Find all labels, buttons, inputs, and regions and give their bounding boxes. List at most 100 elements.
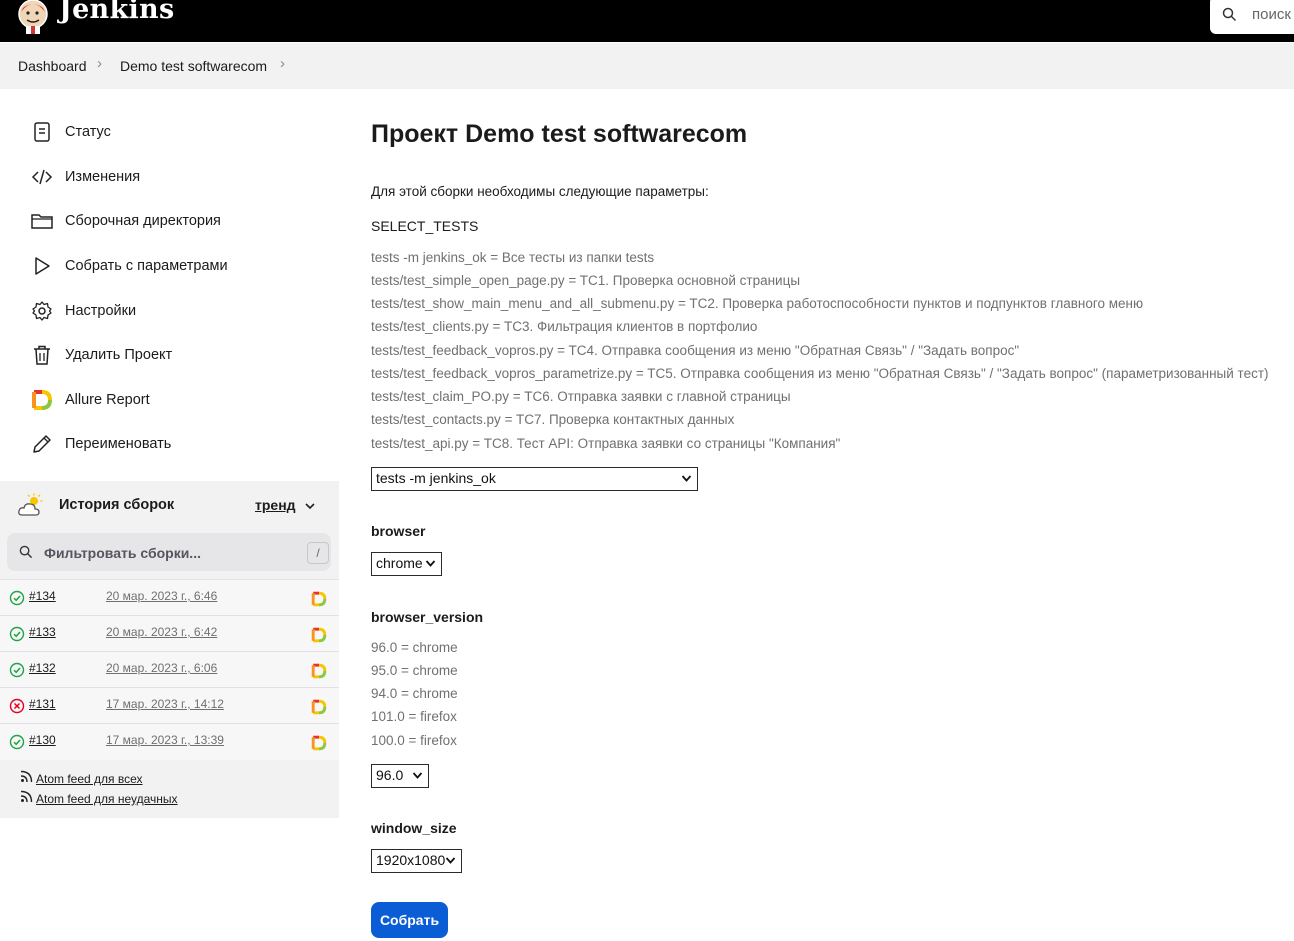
chevron-right-icon: › [97,55,102,72]
chevron-down-icon [425,560,436,567]
sidebar-item-label: Статус [65,124,111,140]
allure-icon[interactable] [311,663,327,679]
param-description-line: tests/test_simple_open_page.py = TC1. Пр… [371,273,801,288]
table-row: #131 17 мар. 2023 г., 14:12 [0,687,339,724]
code-icon [31,169,53,185]
chevron-down-icon [445,857,456,864]
build-number-link[interactable]: #130 [29,733,56,747]
sidebar-item-label: Переименовать [65,436,172,452]
sidebar-item-label: Allure Report [65,392,150,408]
param-description-line: tests/test_show_main_menu_and_all_submen… [371,296,1144,311]
trash-icon [34,345,50,365]
browser-value: chrome [376,555,423,571]
build-date-link[interactable]: 17 мар. 2023 г., 14:12 [106,697,224,711]
param-description-line: tests/test_clients.py = TC3. Фильтрация … [371,319,758,334]
allure-icon[interactable] [311,591,327,607]
filter-placeholder: Фильтровать сборки... [44,545,201,561]
param-description-line: tests -m jenkins_ok = Все тесты из папки… [371,250,655,265]
param-description-line: 96.0 = chrome [371,640,458,655]
success-check-icon [9,734,25,750]
failure-cross-icon [9,698,25,714]
param-name-window-size: window_size [371,820,457,836]
build-button[interactable]: Собрать [371,902,448,938]
build-date-link[interactable]: 20 мар. 2023 г., 6:46 [106,589,217,603]
param-description-line: tests/test_contacts.py = TC7. Проверка к… [371,412,735,427]
select-tests-dropdown[interactable]: tests -m jenkins_ok [371,467,698,491]
param-name-select-tests: SELECT_TESTS [371,218,479,234]
build-number-link[interactable]: #134 [29,589,56,603]
table-row: #133 20 мар. 2023 г., 6:42 [0,615,339,652]
search-placeholder: поиск [1252,6,1291,23]
sidebar-item-rename[interactable]: Переименовать [31,433,331,459]
breadcrumb: Dashboard › Demo test softwarecom › [0,43,1294,89]
param-name-browser-version: browser_version [371,609,484,625]
atom-feed-failed: Atom feed для неудачных [20,790,178,806]
window-size-value: 1920x1080 [376,852,446,868]
pencil-icon [33,435,51,453]
table-row: #130 17 мар. 2023 г., 13:39 [0,723,339,760]
allure-icon[interactable] [311,699,327,715]
success-check-icon [9,590,25,606]
allure-icon[interactable] [311,627,327,643]
jenkins-logo-icon[interactable] [17,0,49,34]
window-size-dropdown[interactable]: 1920x1080 [371,849,462,873]
success-check-icon [9,626,25,642]
sidebar-item-label: Удалить Проект [65,347,173,363]
browser-version-value: 96.0 [376,767,404,783]
sidebar-item-workspace[interactable]: Сборочная директория [31,210,331,236]
build-number-link[interactable]: #132 [29,661,56,675]
param-description-line: 101.0 = firefox [371,709,457,724]
search-icon [1222,7,1237,22]
chevron-down-icon [412,772,423,779]
filter-builds-input[interactable]: Фильтровать сборки... / [7,533,331,571]
build-history-panel: История сборок тренд Фильтровать сборки.… [0,481,339,818]
sidebar-item-changes[interactable]: Изменения [31,166,331,192]
param-description-line: tests/test_api.py = TC8. Тест API: Отпра… [371,436,841,451]
select-tests-value: tests -m jenkins_ok [376,470,496,486]
allure-icon[interactable] [311,735,327,751]
sidebar-item-delete-project[interactable]: Удалить Проект [31,344,331,370]
top-header: Jenkins поиск [0,0,1294,42]
breadcrumb-dashboard[interactable]: Dashboard [18,58,87,74]
rss-icon [20,770,33,783]
build-date-link[interactable]: 20 мар. 2023 г., 6:06 [106,661,217,675]
sidebar-item-label: Изменения [65,169,141,185]
table-row: #134 20 мар. 2023 г., 6:46 [0,579,339,616]
search-input[interactable]: поиск [1210,0,1294,34]
chevron-down-icon[interactable] [304,500,316,512]
brand-name[interactable]: Jenkins [59,0,174,25]
trend-link[interactable]: тренд [255,497,296,513]
param-description-line: 94.0 = chrome [371,686,458,701]
atom-feed-all-link[interactable]: Atom feed для всех [36,772,143,786]
param-description-line: tests/test_feedback_vopros.py = TC4. Отп… [371,343,1020,358]
sidebar-item-build-with-parameters[interactable]: Собрать с параметрами [31,255,331,281]
sidebar-item-status[interactable]: Статус [31,121,331,147]
param-name-browser: browser [371,523,426,539]
build-history-title: История сборок [59,497,175,513]
atom-feed-all: Atom feed для всех [20,770,143,786]
gear-icon [32,301,52,321]
build-number-link[interactable]: #131 [29,697,56,711]
sidebar-item-label: Собрать с параметрами [65,258,228,274]
param-description-line: tests/test_feedback_vopros_parametrize.p… [371,366,1269,381]
sidebar-item-label: Настройки [65,303,137,319]
param-description-line: 100.0 = firefox [371,733,457,748]
table-row: #132 20 мар. 2023 г., 6:06 [0,651,339,688]
sidebar-item-settings[interactable]: Настройки [31,300,331,326]
param-description-line: 95.0 = chrome [371,663,458,678]
build-date-link[interactable]: 17 мар. 2023 г., 13:39 [106,733,224,747]
allure-icon [32,390,52,410]
browser-version-dropdown[interactable]: 96.0 [371,764,429,788]
breadcrumb-project[interactable]: Demo test softwarecom [120,58,267,74]
build-number-link[interactable]: #133 [29,625,56,639]
page-title: Проект Demo test softwarecom [371,120,748,148]
sidebar-item-allure-report[interactable]: Allure Report [31,389,331,415]
atom-feed-failed-link[interactable]: Atom feed для неудачных [36,792,178,806]
folder-icon [31,214,53,229]
chevron-down-icon [681,475,692,482]
rss-icon [20,790,33,803]
build-date-link[interactable]: 20 мар. 2023 г., 6:42 [106,625,217,639]
document-icon [34,122,50,142]
browser-dropdown[interactable]: chrome [371,552,442,576]
chevron-right-icon[interactable]: › [280,55,285,72]
